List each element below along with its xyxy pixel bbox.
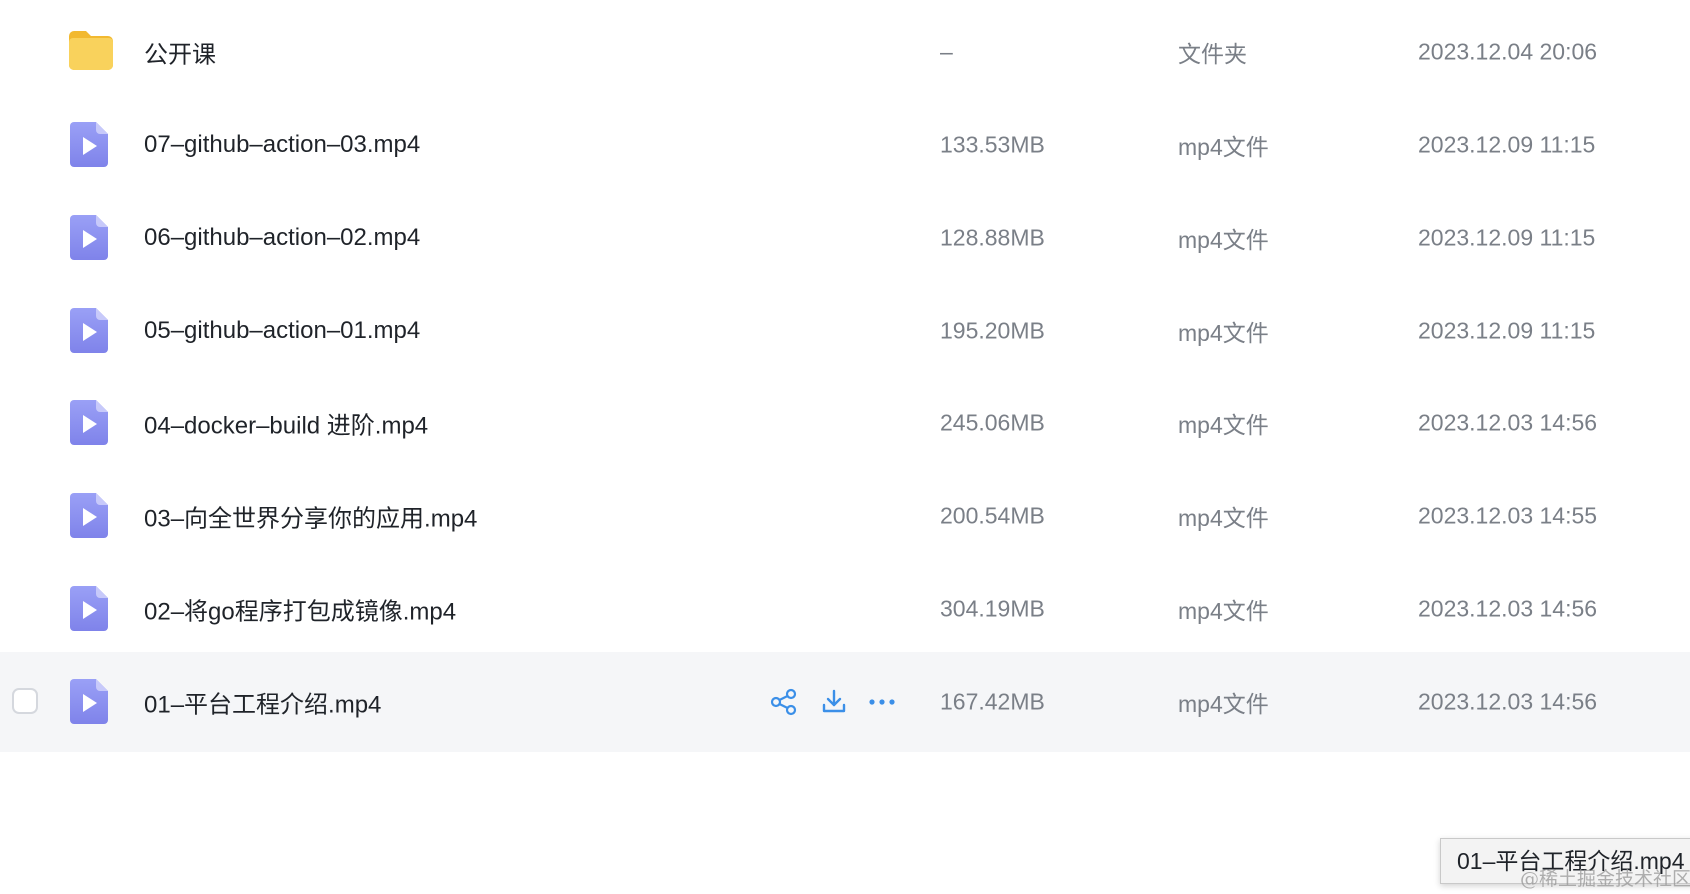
modified-date: 2023.12.09 11:15 (1418, 224, 1596, 251)
file-size: – (940, 38, 953, 65)
file-type: mp4文件 (1178, 691, 1269, 717)
file-type: mp4文件 (1178, 227, 1269, 253)
file-type: mp4文件 (1178, 412, 1269, 438)
file-size: 304.19MB (940, 595, 1045, 622)
file-row[interactable]: 公开课 – 文件夹 2023.12.04 20:06 (0, 2, 1690, 102)
more-button[interactable] (864, 682, 900, 722)
video-file-icon (66, 585, 118, 633)
watermark-text: @稀土掘金技术社区 (1520, 868, 1690, 890)
file-row[interactable]: 07–github–action–03.mp4 133.53MB mp4文件 2023… (0, 95, 1690, 195)
video-file-icon (66, 399, 118, 447)
download-icon (816, 688, 852, 716)
file-size: 167.42MB (940, 688, 1045, 715)
modified-date: 2023.12.09 11:15 (1418, 317, 1596, 344)
file-type: mp4文件 (1178, 134, 1269, 160)
file-row[interactable]: 02–将go程序打包成镜像.mp4 304.19MB mp4文件 2023.12.03… (0, 559, 1690, 659)
file-row[interactable]: 06–github–action–02.mp4 128.88MB mp4文件 2023… (0, 188, 1690, 288)
more-icon (864, 688, 900, 716)
file-size: 195.20MB (940, 317, 1045, 344)
video-file-icon (66, 678, 118, 726)
modified-date: 2023.12.03 14:55 (1418, 502, 1598, 529)
modified-date: 2023.12.09 11:15 (1418, 131, 1596, 158)
folder-icon (66, 28, 118, 76)
video-file-icon (66, 492, 118, 540)
download-button[interactable] (816, 682, 852, 722)
file-row[interactable]: 05–github–action–01.mp4 195.20MB mp4文件 2023… (0, 281, 1690, 381)
share-icon (766, 688, 802, 716)
video-file-icon (66, 121, 118, 169)
share-button[interactable] (766, 682, 802, 722)
file-size: 245.06MB (940, 409, 1045, 436)
row-checkbox[interactable] (12, 688, 38, 714)
modified-date: 2023.12.03 14:56 (1418, 688, 1598, 715)
modified-date: 2023.12.04 20:06 (1418, 38, 1598, 65)
file-name[interactable]: 03–向全世界分享你的应用.mp4 (144, 499, 477, 534)
file-type: mp4文件 (1178, 320, 1269, 346)
file-name[interactable]: 06–github–action–02.mp4 (144, 224, 420, 252)
file-row[interactable]: 03–向全世界分享你的应用.mp4 200.54MB mp4文件 2023.12.03… (0, 466, 1690, 566)
file-name[interactable]: 公开课 (144, 35, 216, 70)
file-type: mp4文件 (1178, 505, 1269, 531)
file-size: 200.54MB (940, 502, 1045, 529)
file-type: 文件夹 (1178, 41, 1247, 67)
watermark: @稀土掘金技术社区 (1520, 864, 1690, 891)
file-size: 128.88MB (940, 224, 1045, 251)
modified-date: 2023.12.03 14:56 (1418, 595, 1598, 622)
video-file-icon (66, 307, 118, 355)
file-name[interactable]: 01–平台工程介绍.mp4 (144, 685, 381, 720)
file-row[interactable]: 04–docker–build 进阶.mp4 245.06MB mp4文件 2023.… (0, 373, 1690, 473)
file-size: 133.53MB (940, 131, 1045, 158)
file-name[interactable]: 04–docker–build 进阶.mp4 (144, 406, 428, 441)
video-file-icon (66, 214, 118, 262)
file-name[interactable]: 07–github–action–03.mp4 (144, 131, 420, 159)
file-row[interactable]: 01–平台工程介绍.mp4 167.42MB mp4文件 2023.12.03 … (0, 652, 1690, 752)
file-name[interactable]: 05–github–action–01.mp4 (144, 317, 420, 345)
modified-date: 2023.12.03 14:56 (1418, 409, 1598, 436)
file-name[interactable]: 02–将go程序打包成镜像.mp4 (144, 592, 456, 627)
file-type: mp4文件 (1178, 598, 1269, 624)
